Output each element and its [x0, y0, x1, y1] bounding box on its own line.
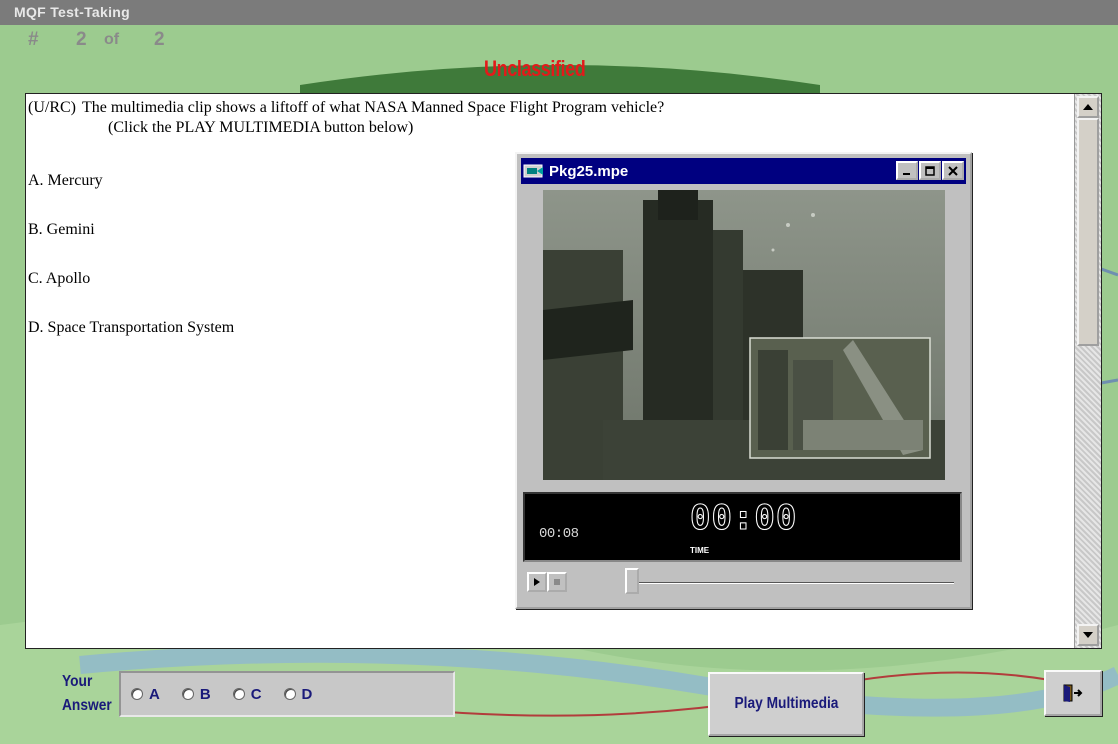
choice-c: C. Apollo	[28, 270, 91, 287]
media-file-icon	[523, 162, 545, 180]
question-counter: # 2 of 2	[28, 28, 165, 52]
play-icon	[534, 578, 540, 586]
close-icon	[948, 165, 958, 176]
choice-b: B. Gemini	[28, 221, 95, 238]
current-time-readout: 00:00	[689, 498, 798, 539]
video-frame	[543, 190, 945, 480]
classification-banner: Unclassified	[484, 56, 586, 81]
seek-track[interactable]	[629, 582, 954, 584]
scroll-thumb[interactable]	[1077, 118, 1099, 346]
answer-radio-a[interactable]: A	[131, 686, 160, 703]
arrow-down-icon	[1083, 632, 1093, 638]
radio-circle-icon[interactable]	[181, 688, 194, 700]
classification-tag: (U/RC)	[28, 99, 76, 116]
choice-a: A. Mercury	[28, 172, 103, 189]
answer-radio-d[interactable]: D	[283, 686, 312, 703]
scroll-down-button[interactable]	[1077, 624, 1099, 646]
play-button[interactable]	[527, 572, 547, 592]
total-questions: 2	[154, 29, 165, 50]
choice-d: D. Space Transportation System	[28, 319, 235, 336]
hash-icon: #	[28, 29, 39, 50]
media-player-window: Pkg25.mpe 00:08 00:00 TIME	[515, 152, 972, 609]
answer-options: A B C D	[119, 671, 455, 717]
player-title: Pkg25.mpe	[549, 162, 629, 180]
window-title: MQF Test-Taking	[0, 0, 1118, 25]
current-question-number: 2	[76, 29, 87, 50]
elapsed-time: 00:08	[539, 526, 579, 542]
close-button[interactable]	[942, 161, 964, 180]
seek-slider-thumb[interactable]	[625, 568, 639, 594]
answer-radio-b[interactable]: B	[181, 686, 211, 703]
minimize-button[interactable]	[896, 161, 918, 180]
exit-button[interactable]	[1044, 670, 1102, 716]
of-label: of	[104, 31, 120, 48]
question-instruction: (Click the PLAY MULTIMEDIA button below)	[108, 119, 414, 136]
playback-controls	[527, 572, 567, 592]
play-multimedia-button[interactable]: Play Multimedia	[708, 672, 864, 736]
exit-door-icon	[1063, 684, 1083, 702]
minimize-icon	[903, 172, 910, 175]
window-controls	[895, 161, 964, 180]
maximize-icon	[925, 165, 935, 176]
stop-icon	[554, 579, 560, 585]
scroll-up-button[interactable]	[1077, 96, 1099, 118]
your-answer-label: Your Answer	[62, 673, 112, 714]
question-text-block: (U/RC) The multimedia clip shows a lifto…	[28, 98, 1068, 138]
question-text: The multimedia clip shows a liftoff of w…	[82, 99, 665, 116]
radio-circle-icon[interactable]	[131, 688, 143, 700]
time-display: 00:08 00:00 TIME	[523, 492, 962, 562]
maximize-button[interactable]	[919, 161, 941, 180]
stop-button[interactable]	[547, 572, 567, 592]
arrow-up-icon	[1083, 104, 1093, 110]
time-label: TIME	[690, 546, 710, 555]
radio-circle-icon[interactable]	[232, 688, 245, 700]
radio-circle-icon[interactable]	[283, 688, 296, 700]
answer-radio-c[interactable]: C	[232, 686, 262, 703]
vertical-scrollbar[interactable]	[1074, 94, 1101, 648]
